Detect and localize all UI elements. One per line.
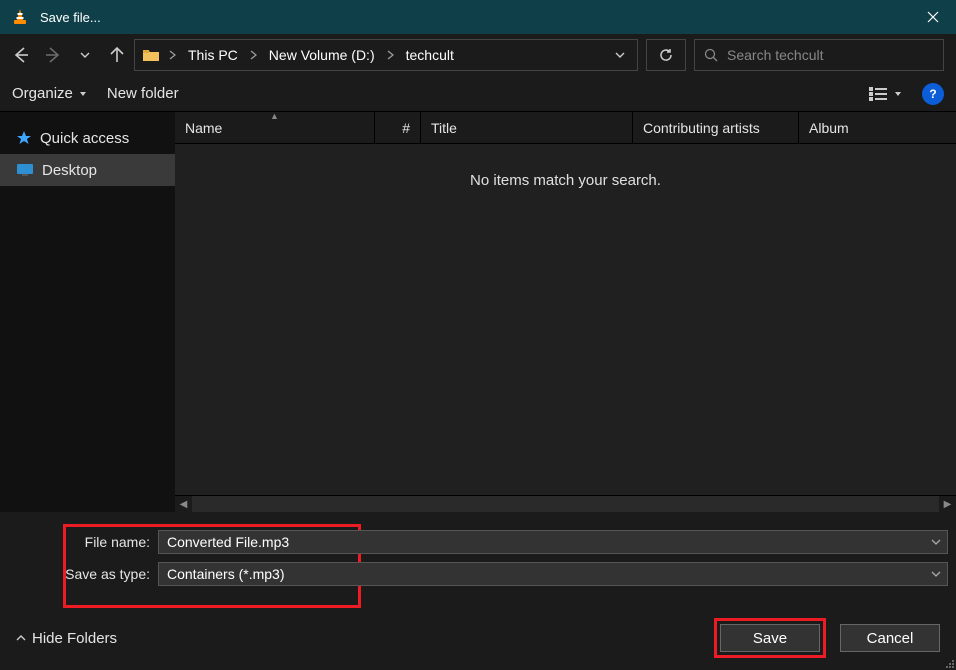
sidebar-item-desktop[interactable]: Desktop (0, 154, 175, 186)
chevron-up-icon (16, 633, 26, 643)
bottom-panel: File name: Converted File.mp3 Save as ty… (0, 512, 956, 670)
resize-grip[interactable] (940, 654, 954, 668)
chevron-down-icon[interactable] (931, 569, 941, 579)
cancel-button[interactable]: Cancel (840, 624, 940, 652)
scroll-right-icon[interactable]: ▶ (939, 496, 956, 513)
refresh-icon (658, 47, 674, 63)
hide-folders-button[interactable]: Hide Folders (16, 630, 117, 647)
sidebar-item-quick-access[interactable]: Quick access (0, 122, 175, 154)
titlebar: Save file... (0, 0, 956, 34)
vlc-icon (10, 7, 30, 27)
horizontal-scrollbar[interactable]: ◀ ▶ (175, 495, 956, 512)
column-header-album[interactable]: Album (799, 112, 956, 143)
hide-folders-label: Hide Folders (32, 630, 117, 647)
sidebar-item-label: Quick access (40, 130, 129, 147)
details-view-icon (868, 86, 888, 102)
column-header-name[interactable]: ▲ Name (175, 112, 375, 143)
search-box[interactable]: Search techcult (694, 39, 944, 71)
new-folder-label: New folder (107, 85, 179, 102)
save-file-dialog: Save file... (0, 0, 956, 670)
view-options-button[interactable] (868, 86, 902, 102)
organize-button[interactable]: Organize (12, 85, 87, 102)
sidebar-item-label: Desktop (42, 162, 97, 179)
address-bar[interactable]: This PC New Volume (D:) techcult (134, 39, 638, 71)
saveastype-value: Containers (*.mp3) (167, 566, 285, 582)
chevron-right-icon (167, 50, 178, 60)
new-folder-button[interactable]: New folder (107, 85, 179, 102)
chevron-right-icon (248, 50, 259, 60)
sort-indicator-icon: ▲ (270, 111, 279, 121)
close-icon (927, 11, 939, 23)
column-header-contributing[interactable]: Contributing artists (633, 112, 799, 143)
recent-locations-button[interactable] (76, 46, 94, 64)
file-list: No items match your search. (175, 144, 956, 495)
annotation-highlight: Save (714, 618, 826, 658)
refresh-button[interactable] (646, 39, 686, 71)
file-list-area: ▲ Name # Title Contributing artists Albu… (175, 112, 956, 512)
folder-icon (141, 45, 161, 65)
organize-label: Organize (12, 85, 73, 102)
saveastype-row: Save as type: Containers (*.mp3) (8, 562, 948, 586)
filename-value: Converted File.mp3 (167, 534, 289, 550)
scrollbar-track[interactable] (192, 496, 939, 512)
window-title: Save file... (40, 10, 101, 25)
star-icon (16, 130, 32, 146)
chevron-right-icon (385, 50, 396, 60)
column-header-title[interactable]: Title (421, 112, 633, 143)
navbar: This PC New Volume (D:) techcult (0, 34, 956, 76)
chevron-down-icon (894, 90, 902, 98)
toolbar: Organize New folder ? (0, 76, 956, 112)
desktop-icon (16, 163, 34, 177)
up-button[interactable] (108, 46, 126, 64)
action-row: Hide Folders Save Cancel (8, 610, 948, 662)
column-header-number[interactable]: # (375, 112, 421, 143)
filename-label: File name: (8, 534, 150, 550)
search-icon (703, 47, 719, 63)
form-rows: File name: Converted File.mp3 Save as ty… (8, 530, 948, 602)
filename-input[interactable]: Converted File.mp3 (158, 530, 948, 554)
main: Quick access Desktop ▲ Name # Title Cont… (0, 112, 956, 512)
nav-arrows (12, 46, 126, 64)
save-button[interactable]: Save (720, 624, 820, 652)
address-dropdown[interactable] (609, 44, 631, 66)
saveastype-select[interactable]: Containers (*.mp3) (158, 562, 948, 586)
column-headers: ▲ Name # Title Contributing artists Albu… (175, 112, 956, 144)
chevron-down-icon[interactable] (931, 537, 941, 547)
forward-button[interactable] (44, 46, 62, 64)
empty-message: No items match your search. (470, 172, 661, 189)
breadcrumb-techcult[interactable]: techcult (402, 45, 458, 65)
close-button[interactable] (910, 0, 956, 34)
breadcrumb-new-volume[interactable]: New Volume (D:) (265, 45, 379, 65)
help-label: ? (929, 87, 936, 101)
filename-row: File name: Converted File.mp3 (8, 530, 948, 554)
breadcrumb-this-pc[interactable]: This PC (184, 45, 242, 65)
dialog-buttons: Save Cancel (714, 618, 940, 658)
navigation-pane: Quick access Desktop (0, 112, 175, 512)
back-button[interactable] (12, 46, 30, 64)
help-button[interactable]: ? (922, 83, 944, 105)
chevron-down-icon (79, 90, 87, 98)
search-placeholder: Search techcult (727, 47, 824, 63)
scroll-left-icon[interactable]: ◀ (175, 496, 192, 513)
saveastype-label: Save as type: (8, 566, 150, 582)
